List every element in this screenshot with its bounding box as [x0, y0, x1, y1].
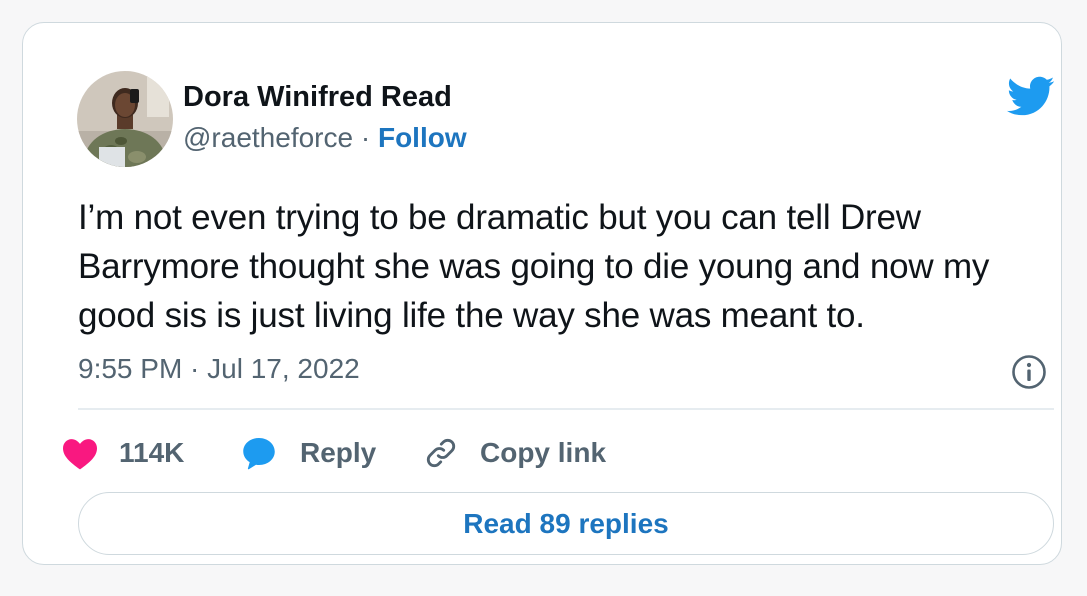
tweet-card: Dora Winifred Read @raetheforce · Follow…	[22, 22, 1062, 565]
info-circle-icon-graphic	[1012, 355, 1046, 389]
avatar[interactable]	[77, 71, 173, 167]
like-button[interactable]: 114K	[61, 431, 184, 475]
read-replies-button[interactable]: Read 89 replies	[78, 492, 1054, 555]
follow-button[interactable]: Follow	[378, 122, 467, 153]
reply-button[interactable]: Reply	[240, 431, 376, 475]
heart-icon	[63, 439, 97, 470]
reply-label: Reply	[300, 437, 377, 468]
avatar-photo	[77, 71, 173, 167]
like-count: 114K	[119, 437, 185, 468]
divider	[78, 408, 1054, 410]
read-replies-label: Read 89 replies	[463, 507, 669, 539]
author-display-name[interactable]: Dora Winifred Read	[183, 81, 452, 114]
tweet-text: I’m not even trying to be dramatic but y…	[78, 198, 990, 335]
link-icon	[426, 438, 456, 468]
copy-link-label: Copy link	[480, 437, 607, 468]
copy-link-button[interactable]: Copy link	[423, 431, 606, 475]
tweet-timestamp[interactable]: 9:55 PM · Jul 17, 2022	[78, 353, 360, 385]
author-handle-row: @raetheforce · Follow	[183, 122, 467, 154]
info-circle-icon[interactable]	[1011, 354, 1047, 390]
author-handle[interactable]: @raetheforce	[183, 122, 353, 153]
twitter-bird-icon-graphic	[1006, 76, 1055, 116]
twitter-bird-icon[interactable]	[1005, 75, 1055, 117]
handle-separator: ·	[360, 122, 371, 153]
speech-bubble-icon	[243, 438, 275, 470]
